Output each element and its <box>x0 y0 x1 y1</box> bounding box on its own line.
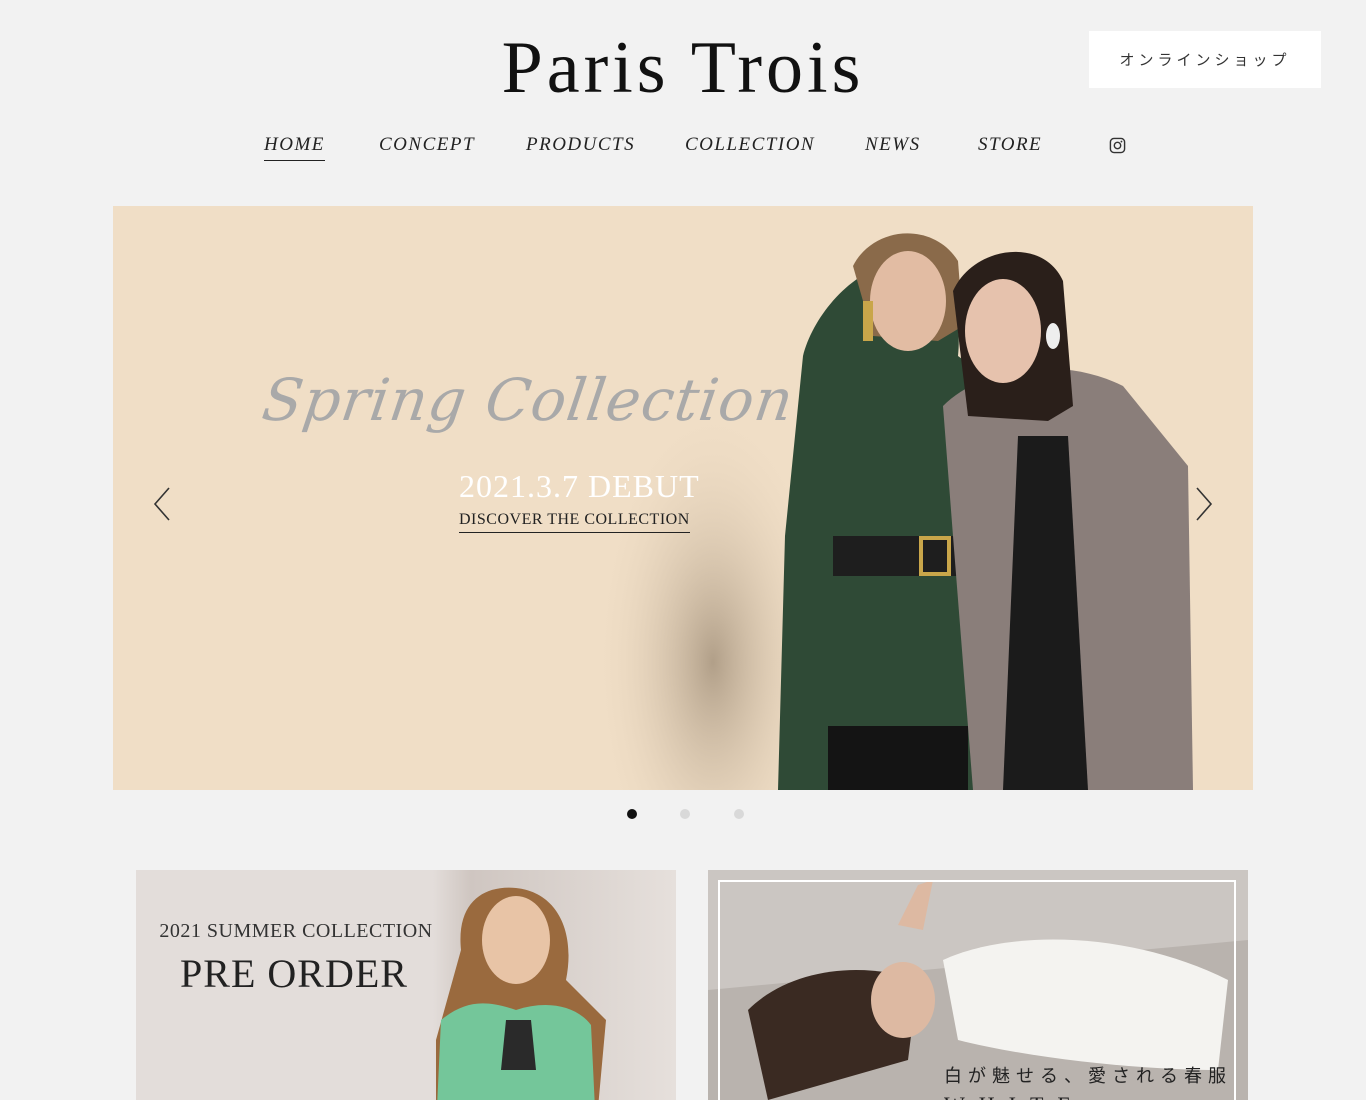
pre-order-subtitle: 2021 SUMMER COLLECTION <box>159 920 433 942</box>
hero-slider: Spring Collection 2021.3.7 DEBUT DISCOVE… <box>113 206 1253 790</box>
carousel-dot-3[interactable] <box>734 809 744 819</box>
instagram-icon[interactable] <box>1109 137 1126 154</box>
chevron-right-icon[interactable] <box>1193 484 1215 524</box>
white-beauty-subtitle: 白が魅せる、愛される春服 <box>944 1066 1232 1087</box>
pre-order-card[interactable]: 2021 SUMMER COLLECTION PRE ORDER <box>136 870 676 1100</box>
nav-item-concept[interactable]: CONCEPT <box>379 134 475 160</box>
online-shop-button[interactable]: オンラインショップ <box>1089 31 1321 88</box>
carousel-dot-1[interactable] <box>627 809 637 819</box>
nav-item-collection[interactable]: COLLECTION <box>685 134 815 160</box>
chevron-left-icon[interactable] <box>151 484 173 524</box>
main-nav: HOME CONCEPT PRODUCTS COLLECTION NEWS ST… <box>0 134 1366 166</box>
nav-item-store[interactable]: STORE <box>978 134 1042 160</box>
carousel-dot-2[interactable] <box>680 809 690 819</box>
nav-item-products[interactable]: PRODUCTS <box>526 134 635 160</box>
white-beauty-title: WHITE BEAUTY <box>944 1092 1248 1100</box>
pre-order-title: PRE ORDER <box>180 951 408 996</box>
hero-debut-date: 2021.3.7 DEBUT <box>459 468 700 504</box>
hero-script-title: Spring Collection <box>258 366 799 434</box>
nav-item-news[interactable]: NEWS <box>865 134 921 160</box>
white-beauty-card[interactable]: 白が魅せる、愛される春服 WHITE BEAUTY <box>708 870 1248 1100</box>
carousel-dots <box>0 809 1366 821</box>
nav-item-home[interactable]: HOME <box>264 134 325 161</box>
page: Paris Trois オンラインショップ HOME CONCEPT PRODU… <box>0 0 1366 1100</box>
discover-collection-link[interactable]: DISCOVER THE COLLECTION <box>459 511 690 533</box>
